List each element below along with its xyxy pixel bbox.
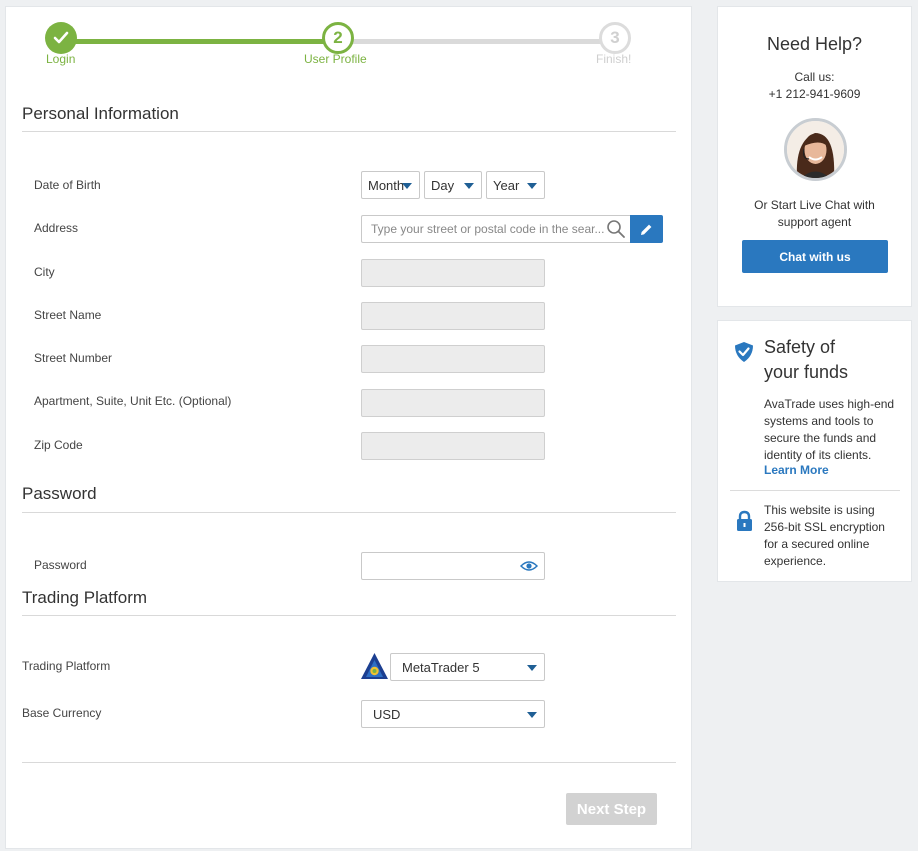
- password-input[interactable]: [361, 552, 545, 580]
- lock-icon: [737, 510, 752, 531]
- learn-more-link[interactable]: Learn More: [764, 463, 829, 477]
- caret-down-icon: [402, 183, 412, 189]
- zip-code-label: Zip Code: [34, 438, 83, 452]
- caret-down-icon: [527, 665, 537, 671]
- pencil-icon: [641, 224, 652, 235]
- search-icon[interactable]: [606, 219, 626, 239]
- street-number-input: [361, 345, 545, 373]
- edit-address-button[interactable]: [630, 215, 663, 243]
- step-finish-circle: 3: [599, 22, 631, 54]
- safety-description-line: AvaTrade uses high-end: [764, 397, 895, 411]
- trading-platform-heading: Trading Platform: [22, 588, 148, 607]
- step-user-profile-label: User Profile: [304, 52, 367, 66]
- street-name-input: [361, 302, 545, 330]
- stepper-line-pending: [343, 39, 620, 44]
- birth-day-value: Day: [431, 177, 455, 193]
- shield-check-icon: [735, 342, 753, 362]
- birth-year-select[interactable]: Year: [486, 171, 545, 199]
- agent-portrait-icon: [787, 121, 844, 178]
- help-title: Need Help?: [766, 34, 863, 54]
- birth-month-value: Month: [368, 177, 405, 193]
- password-label: Password: [34, 558, 87, 572]
- city-label: City: [34, 265, 55, 279]
- safety-description-line: secure the funds and: [764, 431, 877, 445]
- metatrader-logo-icon: [361, 653, 388, 679]
- form-footer-divider: [22, 762, 676, 763]
- address-search-input[interactable]: Type your street or postal code in the s…: [361, 215, 631, 243]
- city-input: [361, 259, 545, 287]
- apartment-input: [361, 389, 545, 417]
- base-currency-label: Base Currency: [22, 706, 102, 720]
- ssl-notice-line: 256-bit SSL encryption: [764, 520, 885, 534]
- safety-title-line2: your funds: [764, 362, 849, 382]
- ssl-notice-line: for a secured online: [764, 537, 870, 551]
- live-chat-prompt-line2: support agent: [777, 215, 852, 229]
- ssl-notice: This website is using 256-bit SSL encryp…: [764, 502, 885, 570]
- street-name-label: Street Name: [34, 308, 102, 322]
- safety-description-line: systems and tools to: [764, 414, 874, 428]
- ssl-notice-line: This website is using: [764, 503, 875, 517]
- birth-year-value: Year: [493, 177, 520, 193]
- live-chat-prompt-line1: Or Start Live Chat with: [754, 198, 875, 212]
- chat-with-us-button[interactable]: Chat with us: [742, 240, 888, 273]
- date-of-birth-label: Date of Birth: [34, 178, 101, 192]
- section-divider: [22, 131, 676, 132]
- caret-down-icon: [527, 712, 537, 718]
- safety-title: Safety of your funds: [764, 335, 848, 385]
- card-divider: [730, 490, 900, 491]
- address-placeholder: Type your street or postal code in the s…: [371, 222, 605, 236]
- street-number-label: Street Number: [34, 351, 113, 365]
- next-step-button[interactable]: Next Step: [566, 793, 657, 825]
- step-user-profile-circle: 2: [322, 22, 354, 54]
- eye-icon[interactable]: [520, 560, 538, 572]
- base-currency-value: USD: [373, 706, 401, 722]
- address-label: Address: [34, 221, 79, 235]
- step-login-circle: [45, 22, 77, 54]
- caret-down-icon: [464, 183, 474, 189]
- trading-platform-select[interactable]: MetaTrader 5: [390, 653, 545, 681]
- check-icon: [53, 31, 69, 44]
- personal-information-heading: Personal Information: [22, 104, 179, 123]
- stepper-line-completed: [66, 39, 343, 44]
- step-login-label: Login: [46, 52, 76, 66]
- caret-down-icon: [527, 183, 537, 189]
- password-heading: Password: [22, 484, 97, 503]
- safety-title-line1: Safety of: [764, 337, 836, 357]
- help-card: Need Help? Call us: +1 212-941-9609 Or S…: [717, 6, 912, 307]
- registration-form-card: 2 3 Login User Profile Finish! Personal …: [5, 6, 692, 849]
- safety-description: AvaTrade uses high-end systems and tools…: [764, 396, 894, 464]
- safety-of-funds-card: Safety of your funds AvaTrade uses high-…: [717, 320, 912, 582]
- call-us-label: Call us:: [794, 70, 835, 84]
- apartment-label: Apartment, Suite, Unit Etc. (Optional): [34, 394, 232, 408]
- safety-description-line: identity of its clients.: [764, 448, 872, 462]
- ssl-notice-line: experience.: [764, 554, 827, 568]
- section-divider: [22, 512, 676, 513]
- step-finish-label: Finish!: [596, 52, 632, 66]
- base-currency-select[interactable]: USD: [361, 700, 545, 728]
- support-agent-avatar: [784, 118, 847, 181]
- trading-platform-value: MetaTrader 5: [402, 659, 480, 675]
- support-phone-number[interactable]: +1 212-941-9609: [718, 87, 911, 101]
- trading-platform-label: Trading Platform: [22, 659, 111, 673]
- birth-month-select[interactable]: Month: [361, 171, 420, 199]
- birth-day-select[interactable]: Day: [424, 171, 482, 199]
- zip-code-input: [361, 432, 545, 460]
- section-divider: [22, 615, 676, 616]
